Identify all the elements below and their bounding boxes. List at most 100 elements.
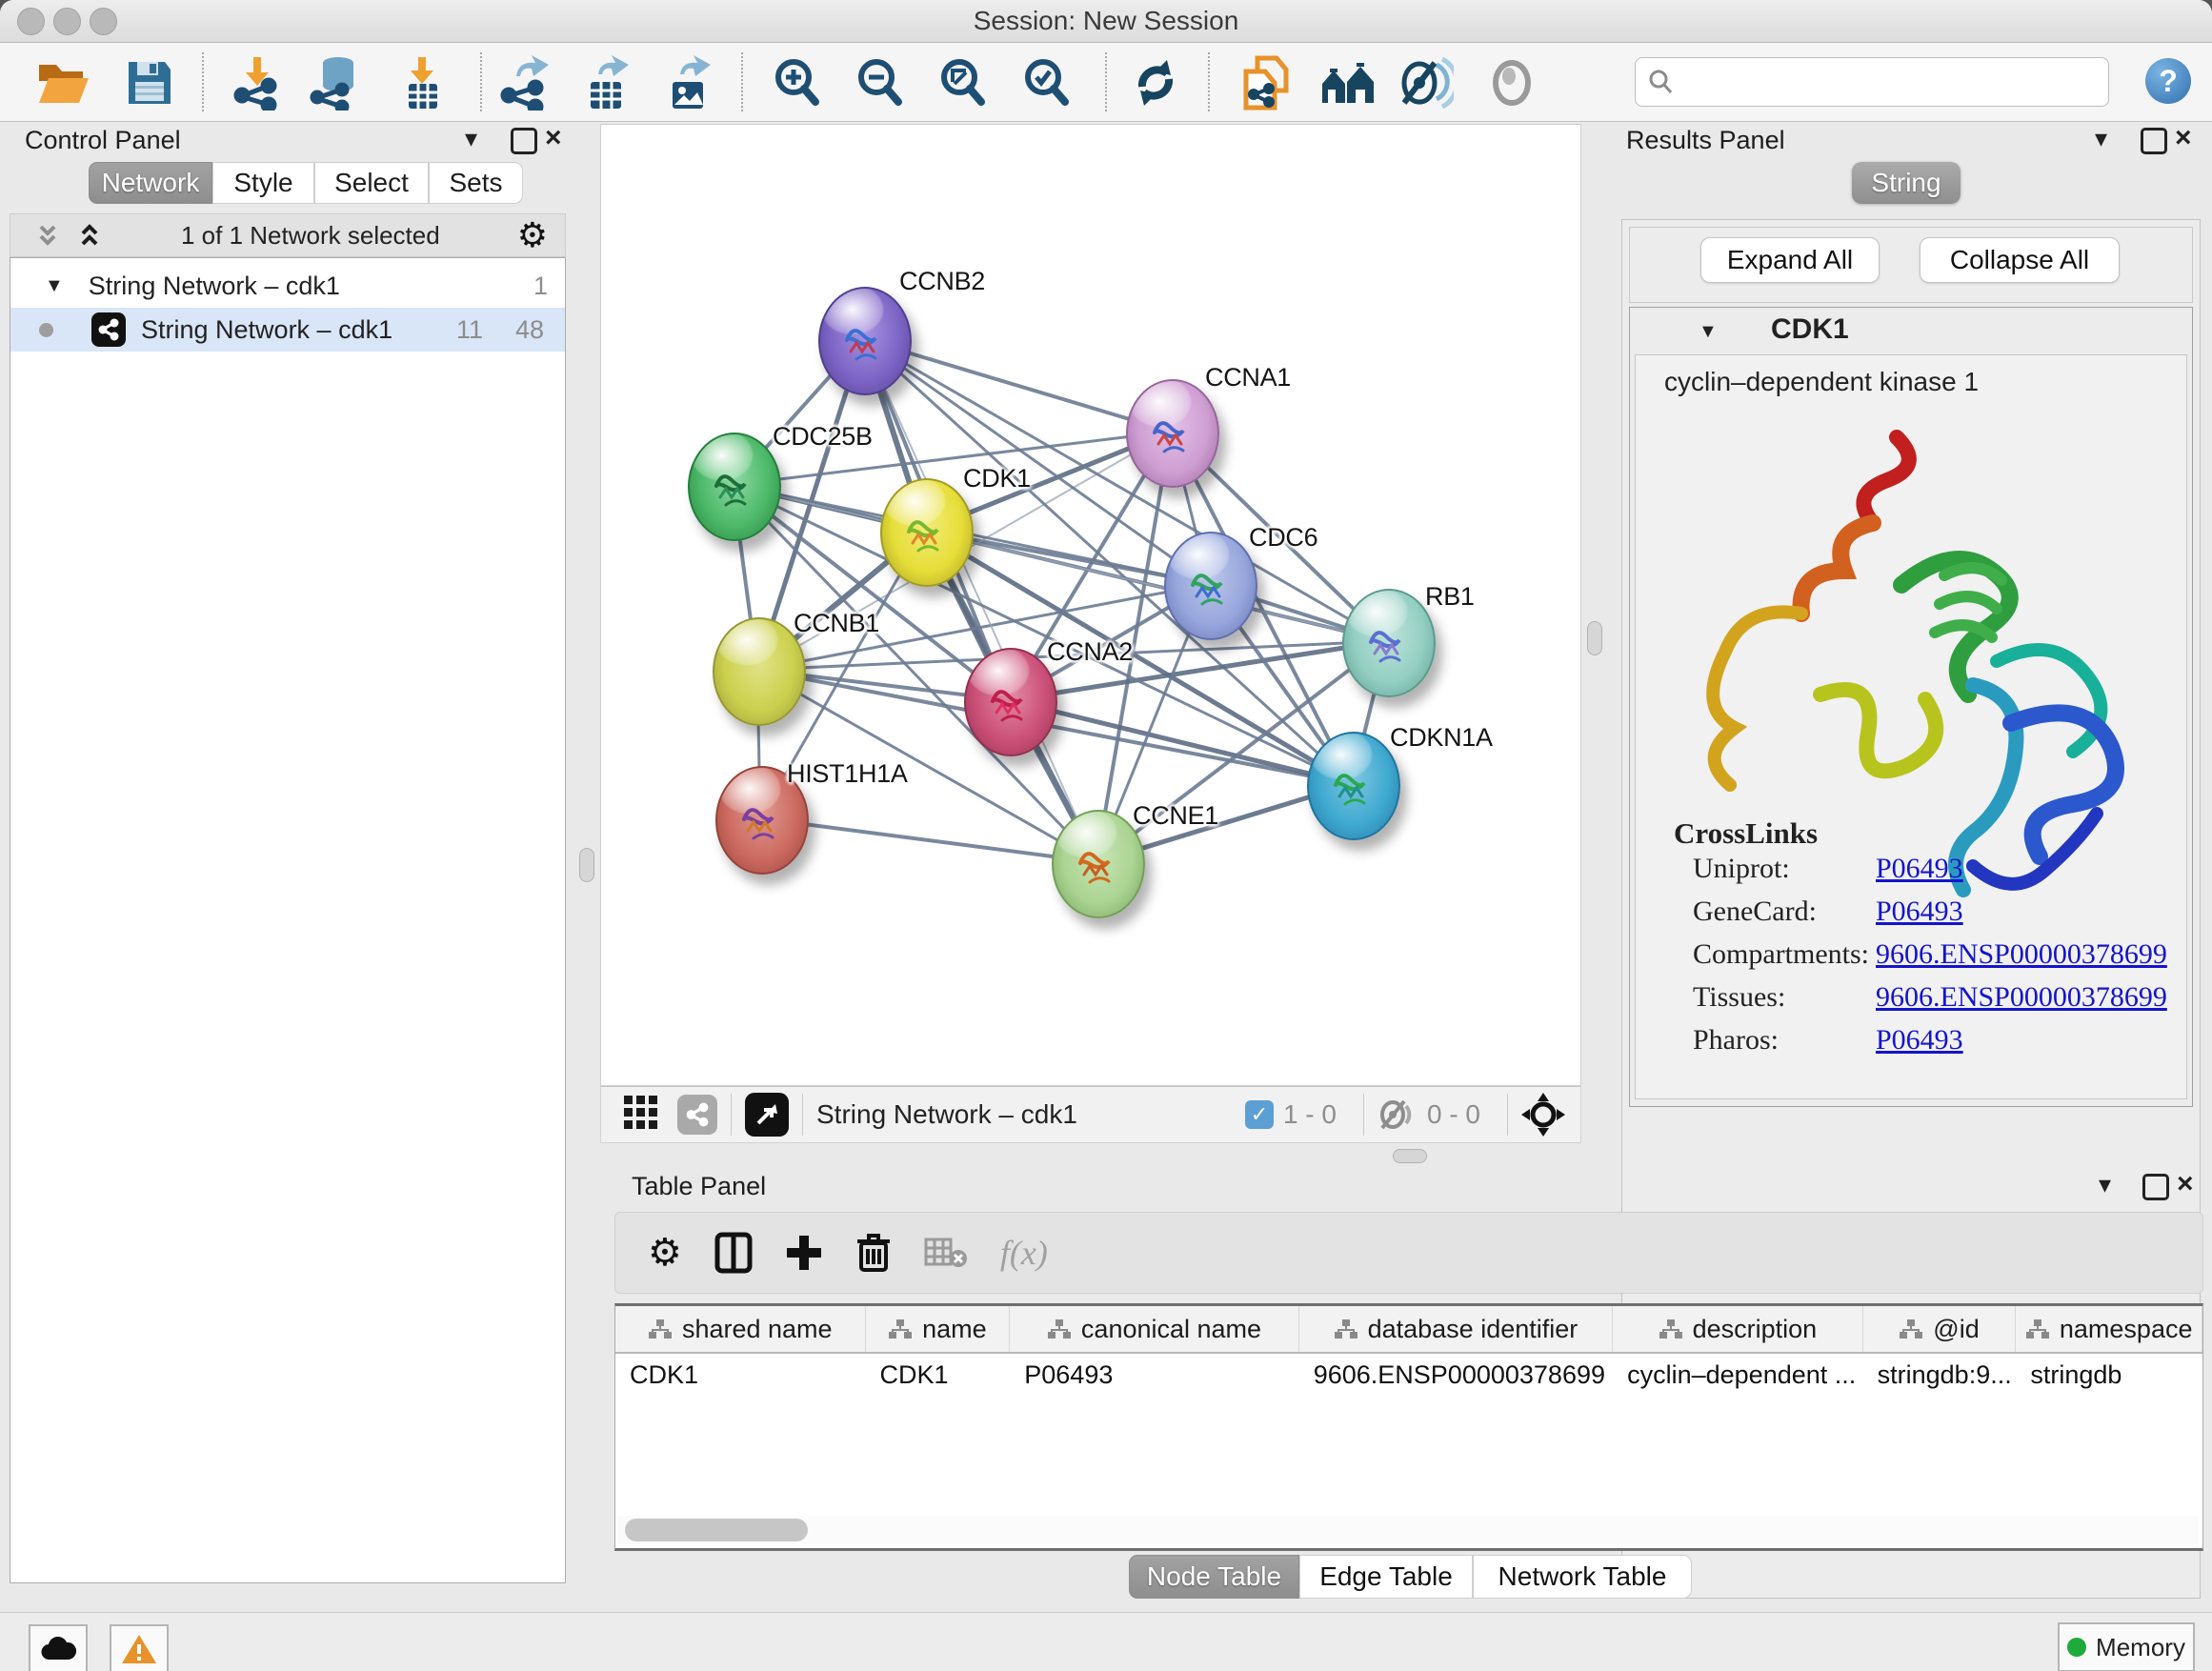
node-CDC25B[interactable] (688, 433, 781, 541)
results-buttons-box: Expand All Collapse All (1629, 227, 2193, 303)
node-CDKN1A[interactable] (1307, 732, 1400, 840)
column-header-@id[interactable]: @id (1863, 1306, 2017, 1352)
column-header-canonical-name[interactable]: canonical name (1010, 1306, 1298, 1352)
tab-style[interactable]: Style (212, 162, 314, 204)
table-cell[interactable]: CDK1 (615, 1354, 866, 1396)
scrollbar-thumb[interactable] (625, 1519, 808, 1541)
tree-expander-icon[interactable]: ▼ (45, 275, 64, 297)
control-panel-close-icon[interactable]: × (545, 122, 562, 154)
table-options-gear-icon[interactable]: ⚙ (648, 1231, 682, 1275)
warning-button[interactable] (110, 1624, 169, 1671)
left-splitter-handle[interactable] (579, 848, 594, 882)
crosslink-link[interactable]: 9606.ENSP00000378699 (1876, 981, 2167, 1013)
results-tab-string[interactable]: String (1852, 162, 1961, 204)
table-cell[interactable]: cyclin–dependent ... (1613, 1354, 1863, 1396)
share-document-icon[interactable] (1235, 54, 1294, 111)
table-cell[interactable]: CDK1 (866, 1354, 1011, 1396)
refresh-icon[interactable] (1126, 54, 1185, 111)
node-CDC6[interactable] (1164, 532, 1257, 640)
node-CCNB1[interactable] (713, 617, 806, 726)
export-image-icon[interactable] (659, 54, 718, 111)
tab-edge-table[interactable]: Edge Table (1299, 1555, 1473, 1599)
node-CCNA2[interactable] (964, 648, 1057, 756)
zoom-fit-icon[interactable] (934, 54, 993, 111)
memory-button[interactable]: Memory (2058, 1622, 2195, 1671)
network-row[interactable]: String Network – cdk1 11 48 (10, 308, 565, 352)
tab-sets[interactable]: Sets (429, 162, 523, 204)
string-share-icon[interactable] (677, 1095, 717, 1135)
edge-HIST1H1A-CCNE1[interactable] (760, 818, 1096, 862)
open-in-window-icon[interactable] (745, 1093, 789, 1137)
delete-table-icon[interactable] (924, 1236, 968, 1270)
table-horizontal-scrollbar[interactable] (617, 1516, 2199, 1544)
node-CCNA1[interactable] (1126, 379, 1219, 488)
control-panel-float-icon[interactable] (511, 128, 537, 154)
node-CCNE1[interactable] (1052, 810, 1145, 918)
results-panel-float-icon[interactable] (2141, 128, 2167, 154)
control-panel-menu-arrow-icon[interactable]: ▾ (465, 124, 477, 153)
tab-select[interactable]: Select (314, 162, 429, 204)
crosslink-link[interactable]: P06493 (1876, 853, 1963, 884)
hide-selected-eye-icon[interactable] (1397, 54, 1456, 111)
column-header-namespace[interactable]: namespace (2016, 1306, 2202, 1352)
table-panel-close-icon[interactable]: × (2177, 1168, 2194, 1200)
function-builder-icon[interactable]: f(x) (1000, 1233, 1048, 1273)
export-network-icon[interactable] (495, 54, 554, 111)
show-all-eye-icon[interactable] (1482, 54, 1541, 111)
crosslink-link[interactable]: P06493 (1876, 896, 1963, 927)
results-panel-menu-arrow-icon[interactable]: ▾ (2095, 124, 2107, 153)
results-panel-close-icon[interactable]: × (2175, 122, 2192, 154)
export-table-icon[interactable] (577, 54, 636, 111)
table-panel-menu-arrow-icon[interactable]: ▾ (2099, 1170, 2111, 1199)
network-collection-row[interactable]: ▼ String Network – cdk1 1 (10, 264, 565, 308)
tab-network-table[interactable]: Network Table (1473, 1555, 1692, 1599)
search-input[interactable] (1635, 57, 2109, 107)
import-network-database-icon[interactable] (307, 54, 366, 111)
collapse-all-icon[interactable] (33, 221, 62, 250)
table-cell[interactable]: 9606.ENSP00000378699 (1299, 1354, 1613, 1396)
first-neighbors-icon[interactable] (1318, 54, 1377, 111)
node-RB1[interactable] (1342, 589, 1436, 697)
node-CCNB2[interactable] (818, 287, 912, 395)
bottom-splitter-handle[interactable] (1393, 1149, 1427, 1163)
table-cell[interactable]: stringdb (2016, 1354, 2202, 1396)
show-columns-icon[interactable] (714, 1232, 753, 1274)
column-header-description[interactable]: description (1613, 1306, 1863, 1352)
open-session-icon[interactable] (34, 54, 93, 111)
import-table-icon[interactable] (392, 54, 452, 111)
table-cell[interactable]: stringdb:9... (1863, 1354, 2017, 1396)
cdk1-collapse-icon[interactable]: ▼ (1699, 321, 1718, 343)
add-column-icon[interactable] (785, 1234, 823, 1272)
birds-eye-grid-icon[interactable] (622, 1094, 660, 1137)
network-canvas[interactable]: CCNB2CCNA1CDC25BCDK1CDC6RB1CCNB1CCNA2CDK… (600, 124, 1581, 1086)
table-panel-float-icon[interactable] (2142, 1174, 2169, 1200)
table-cell[interactable]: P06493 (1010, 1354, 1298, 1396)
node-CDK1[interactable] (880, 478, 974, 587)
network-options-gear-icon[interactable]: ⚙ (517, 215, 548, 255)
column-header-name[interactable]: name (866, 1306, 1011, 1352)
hidden-eye-icon[interactable] (1377, 1098, 1418, 1131)
crosslink-link[interactable]: P06493 (1876, 1024, 1963, 1056)
selected-checkbox-icon[interactable]: ✓ (1245, 1100, 1274, 1129)
fit-selected-crosshair-icon[interactable] (1521, 1093, 1565, 1137)
tab-node-table[interactable]: Node Table (1129, 1555, 1299, 1599)
column-header-database-identifier[interactable]: database identifier (1299, 1306, 1613, 1352)
collapse-all-button[interactable]: Collapse All (1920, 237, 2120, 283)
delete-column-icon[interactable] (855, 1232, 892, 1274)
column-header-shared-name[interactable]: shared name (615, 1306, 866, 1352)
right-splitter-handle[interactable] (1587, 621, 1602, 655)
expand-all-button[interactable]: Expand All (1700, 237, 1880, 283)
window-title: Session: New Session (0, 0, 2212, 42)
cloud-button[interactable] (29, 1624, 88, 1671)
zoom-selected-icon[interactable] (1017, 54, 1076, 111)
import-network-file-icon[interactable] (229, 54, 288, 111)
zoom-out-icon[interactable] (851, 54, 910, 111)
save-session-icon[interactable] (120, 54, 179, 111)
zoom-in-icon[interactable] (768, 54, 827, 111)
help-button[interactable]: ? (2145, 58, 2191, 104)
network-list-header: 1 of 1 Network selected ⚙ (10, 213, 566, 257)
expand-all-icon[interactable] (75, 221, 104, 250)
crosslink-row: Compartments:9606.ENSP00000378699 (1693, 938, 2167, 971)
tab-network[interactable]: Network (89, 162, 212, 204)
crosslink-link[interactable]: 9606.ENSP00000378699 (1876, 938, 2167, 970)
